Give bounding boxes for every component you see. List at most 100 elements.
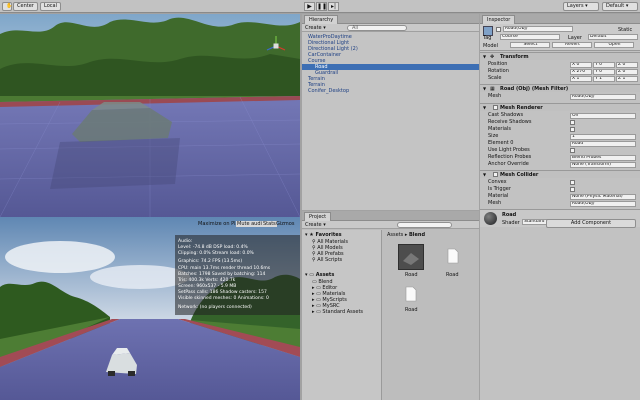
mesh-renderer-row-label: Materials: [488, 126, 511, 132]
layers-dropdown[interactable]: Layers ▾: [563, 2, 599, 11]
assets-header[interactable]: ▾ ▭ Assets: [305, 272, 334, 278]
mesh-renderer-value-field[interactable]: None (Transform): [570, 161, 636, 168]
favorite-item[interactable]: ⚲ All Scripts: [312, 257, 342, 263]
stats-line: CPU: main 13.7ms render thread 10.6ms: [178, 266, 271, 271]
breadcrumb-current[interactable]: Blend: [409, 232, 425, 238]
asset-thumb-file[interactable]: [447, 248, 459, 264]
mesh-renderer-checkbox[interactable]: [570, 148, 575, 153]
mesh-renderer-row-label: Reflection Probes: [488, 154, 532, 160]
asset-folder-label: Standard Assets: [322, 309, 364, 315]
mesh-collider-row: Material None (Physic Material): [480, 193, 640, 200]
favorites-header[interactable]: ▾ ★ Favorites: [305, 232, 342, 238]
mesh-renderer-value-field[interactable]: On: [570, 112, 636, 119]
breadcrumb-root[interactable]: Assets: [387, 232, 403, 238]
mesh-renderer-enabled-checkbox[interactable]: [493, 105, 498, 110]
game-view-toolbar: Maximize on Play Mute audio Stats Gizmos: [0, 221, 300, 229]
transform-z-field[interactable]: Z 0: [616, 68, 638, 75]
play-button[interactable]: ▶: [304, 2, 315, 11]
mesh-field[interactable]: Road(Obj): [570, 93, 636, 100]
transform-y-field[interactable]: Y 1: [593, 75, 615, 82]
collapse-triangle-icon: ▼: [483, 86, 487, 91]
stats-toggle[interactable]: Stats: [262, 221, 277, 227]
tab-inspector[interactable]: Inspector: [482, 15, 516, 24]
transform-z-field[interactable]: Z 0: [616, 61, 638, 68]
hierarchy-panel: Hierarchy Create ▾ All WaterProDaytime Di…: [302, 14, 479, 210]
hierarchy-tab-label: Hierarchy: [309, 17, 334, 23]
asset-thumb-file[interactable]: [405, 286, 417, 302]
tag-dropdown[interactable]: Course: [500, 34, 560, 40]
mesh-renderer-value-field[interactable]: Road: [570, 140, 636, 147]
mesh-label: Mesh: [488, 93, 502, 99]
shader-label: Shader: [502, 220, 520, 226]
transform-x-field[interactable]: X 1: [570, 75, 592, 82]
transform-y-field[interactable]: Y 0: [593, 68, 615, 75]
mesh-collider-row-label: Mesh: [488, 200, 502, 206]
asset-folder-item[interactable]: ▸ ▭ Standard Assets: [312, 309, 363, 315]
hierarchy-create-button[interactable]: Create ▾: [305, 25, 326, 31]
mesh-collider-row-label: Is Trigger: [488, 186, 511, 192]
tab-project[interactable]: Project: [304, 212, 332, 221]
asset-thumb-model[interactable]: [398, 244, 424, 270]
favorites-title: Favorites: [315, 232, 342, 238]
scene-view[interactable]: [0, 14, 300, 217]
game-view[interactable]: Maximize on Play Mute audio Stats Gizmos…: [0, 217, 300, 400]
step-button[interactable]: ▸|: [328, 2, 339, 11]
maximize-on-play-toggle[interactable]: Maximize on Play: [198, 221, 242, 227]
add-component-button[interactable]: Add Component: [546, 219, 636, 228]
transform-row: Scale X 1Y 1Z 1: [480, 75, 640, 82]
hierarchy-item[interactable]: Conifer_Desktop: [302, 88, 479, 94]
object-name-field[interactable]: Road(Obj): [503, 26, 573, 32]
hierarchy-subbar: Create ▾ All: [302, 24, 479, 32]
mesh-collider-value-field[interactable]: None (Physic Material): [570, 193, 636, 200]
project-create-button[interactable]: Create ▾: [305, 222, 326, 228]
transform-row-label: Rotation: [488, 68, 509, 74]
pivot-center-toggle[interactable]: Center: [13, 2, 38, 11]
mesh-renderer-checkbox[interactable]: [570, 127, 575, 132]
pause-button[interactable]: ❚❚: [316, 2, 327, 11]
create-label: Create: [305, 25, 322, 31]
project-search-input[interactable]: [397, 222, 452, 228]
transform-z-field[interactable]: Z 1: [616, 75, 638, 82]
mesh-renderer-row-label: Size: [488, 133, 499, 139]
transform-icon: ✥: [490, 54, 495, 60]
mesh-collider-checkbox[interactable]: [570, 187, 575, 192]
mesh-renderer-header[interactable]: ▼ Mesh Renderer: [480, 103, 640, 111]
mesh-renderer-row-label: Cast Shadows: [488, 112, 524, 118]
mesh-renderer-row-label: Use Light Probes: [488, 147, 530, 153]
gizmos-dropdown[interactable]: Gizmos: [276, 221, 294, 227]
project-tabbar: Project: [302, 211, 479, 221]
mesh-renderer-checkbox[interactable]: [570, 120, 575, 125]
mesh-renderer-value-field[interactable]: 1: [570, 133, 636, 140]
mesh-renderer-row: Anchor Override None (Transform): [480, 161, 640, 168]
static-label[interactable]: Static: [618, 27, 632, 33]
transform-title: Transform: [500, 54, 529, 60]
mesh-collider-enabled-checkbox[interactable]: [493, 172, 498, 177]
transform-x-field[interactable]: X 0: [570, 61, 592, 68]
model-select-button[interactable]: Select: [510, 42, 550, 48]
pivot-local-toggle[interactable]: Local: [40, 2, 61, 11]
mesh-filter-header[interactable]: ▼ ▦ Road (Obj) (Mesh Filter): [480, 84, 640, 92]
mesh-renderer-row: Size 1: [480, 133, 640, 140]
model-open-button[interactable]: Open: [594, 42, 634, 48]
model-revert-button[interactable]: Revert: [552, 42, 592, 48]
hierarchy-tabbar: Hierarchy: [302, 14, 479, 24]
mesh-collider-row: Convex: [480, 179, 640, 186]
inspector-tabbar: Inspector: [480, 14, 640, 24]
transform-x-field[interactable]: X 270: [570, 68, 592, 75]
hand-tool-button[interactable]: ✋: [2, 2, 12, 11]
mesh-collider-header[interactable]: ▼ Mesh Collider: [480, 170, 640, 178]
active-checkbox[interactable]: [496, 27, 501, 32]
mesh-collider-value-field[interactable]: Road(Obj): [570, 200, 636, 207]
tab-hierarchy[interactable]: Hierarchy: [304, 15, 339, 24]
layout-dropdown[interactable]: Default ▾: [602, 2, 638, 11]
layer-dropdown[interactable]: Default: [588, 34, 638, 40]
model-icon: [403, 253, 419, 265]
project-breadcrumb: Assets ▸ Blend: [387, 232, 426, 238]
hierarchy-search-input[interactable]: All: [347, 25, 407, 31]
project-asset-area: Assets ▸ Blend Road Road Road: [383, 230, 479, 400]
project-folder-tree: ▾ ★ Favorites ⚲ All Materials ⚲ All Mode…: [302, 230, 382, 400]
mesh-renderer-value-field[interactable]: Blend Probes: [570, 154, 636, 161]
transform-y-field[interactable]: Y 0: [593, 61, 615, 68]
transform-header[interactable]: ▼ ✥ Transform: [480, 52, 640, 60]
mesh-collider-checkbox[interactable]: [570, 180, 575, 185]
